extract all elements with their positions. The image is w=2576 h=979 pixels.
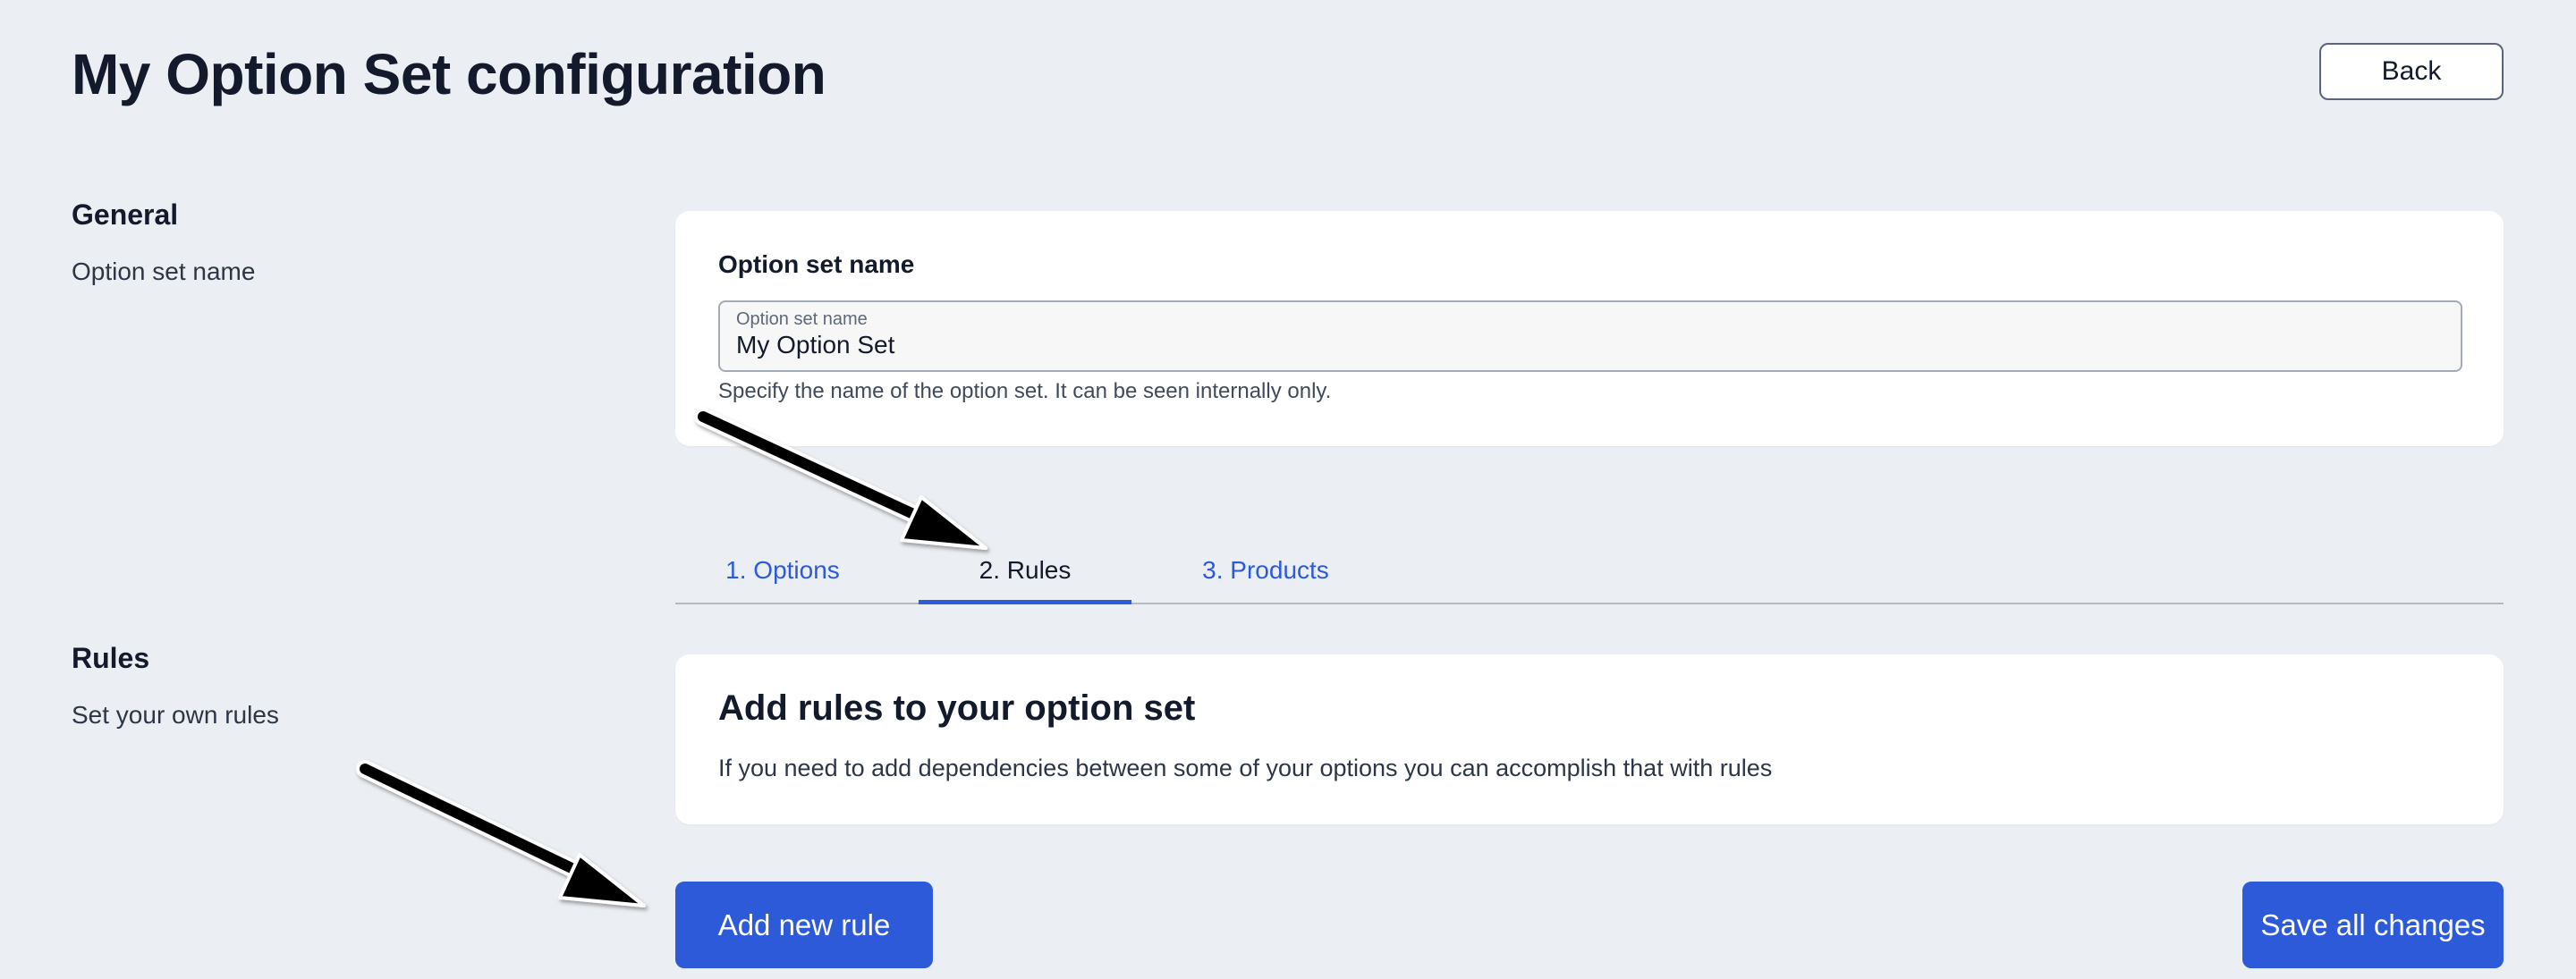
rules-card-text: If you need to add dependencies between … — [718, 755, 1773, 781]
tab-rules[interactable]: 2. Rules — [919, 536, 1131, 604]
rules-section-title: Rules — [72, 642, 150, 674]
tab-products[interactable]: 3. Products — [1158, 536, 1373, 604]
general-section-title: General — [72, 198, 179, 231]
page-title: My Option Set configuration — [72, 42, 826, 106]
save-all-changes-button[interactable]: Save all changes — [2242, 882, 2504, 968]
config-tabs: 1. Options 2. Rules 3. Products — [675, 536, 2504, 604]
option-set-name-field[interactable]: Option set name — [718, 300, 2462, 372]
option-set-name-help-text: Specify the name of the option set. It c… — [718, 379, 1332, 403]
active-tab-indicator — [919, 600, 1131, 604]
rules-card-heading: Add rules to your option set — [718, 688, 1196, 728]
rules-section-description: Set your own rules — [72, 701, 279, 729]
back-button[interactable]: Back — [2319, 43, 2504, 100]
add-new-rule-button[interactable]: Add new rule — [675, 882, 933, 968]
option-set-name-input[interactable] — [734, 331, 2437, 359]
general-section-description: Option set name — [72, 257, 256, 285]
annotation-arrow-icon — [356, 760, 646, 907]
rules-card: Add rules to your option set If you need… — [675, 654, 2504, 824]
option-set-name-card: Option set name Option set name Specify … — [675, 211, 2504, 446]
tab-options[interactable]: 1. Options — [675, 536, 890, 604]
annotation-arrows — [356, 408, 987, 907]
option-set-name-label: Option set name — [736, 309, 868, 329]
option-set-name-heading: Option set name — [718, 250, 915, 278]
